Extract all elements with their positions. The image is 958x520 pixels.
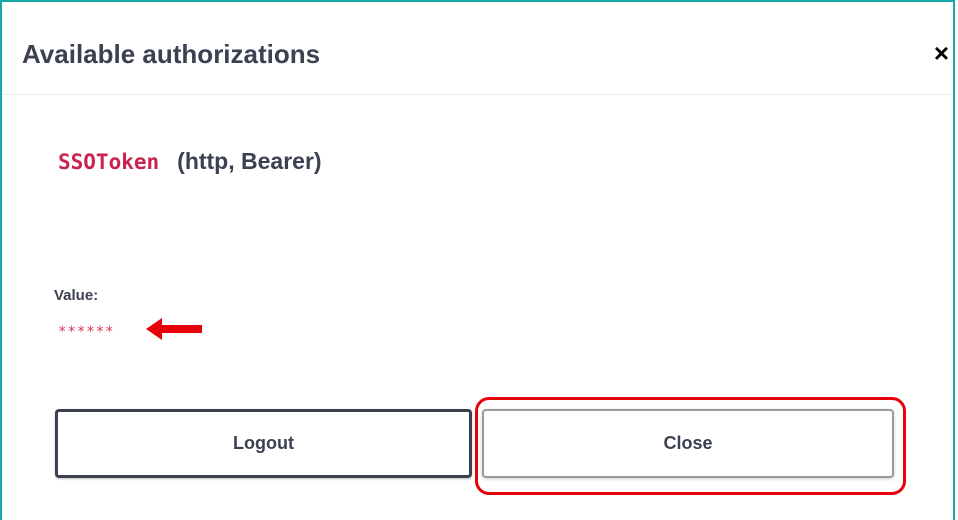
- close-button[interactable]: Close: [482, 409, 894, 478]
- red-arrow-annotation-icon: [146, 318, 202, 340]
- logout-button[interactable]: Logout: [55, 409, 472, 478]
- modal-header: Available authorizations ×: [2, 2, 953, 95]
- close-icon[interactable]: ×: [934, 38, 949, 68]
- token-value-masked: ******: [58, 324, 115, 340]
- value-label: Value:: [54, 287, 99, 304]
- authorizations-modal: Available authorizations × SSOToken (htt…: [0, 0, 955, 520]
- auth-scheme-header: SSOToken (http, Bearer): [58, 148, 322, 175]
- scheme-name: SSOToken: [58, 150, 160, 174]
- scheme-type: (http, Bearer): [177, 148, 322, 174]
- modal-title: Available authorizations: [22, 39, 321, 69]
